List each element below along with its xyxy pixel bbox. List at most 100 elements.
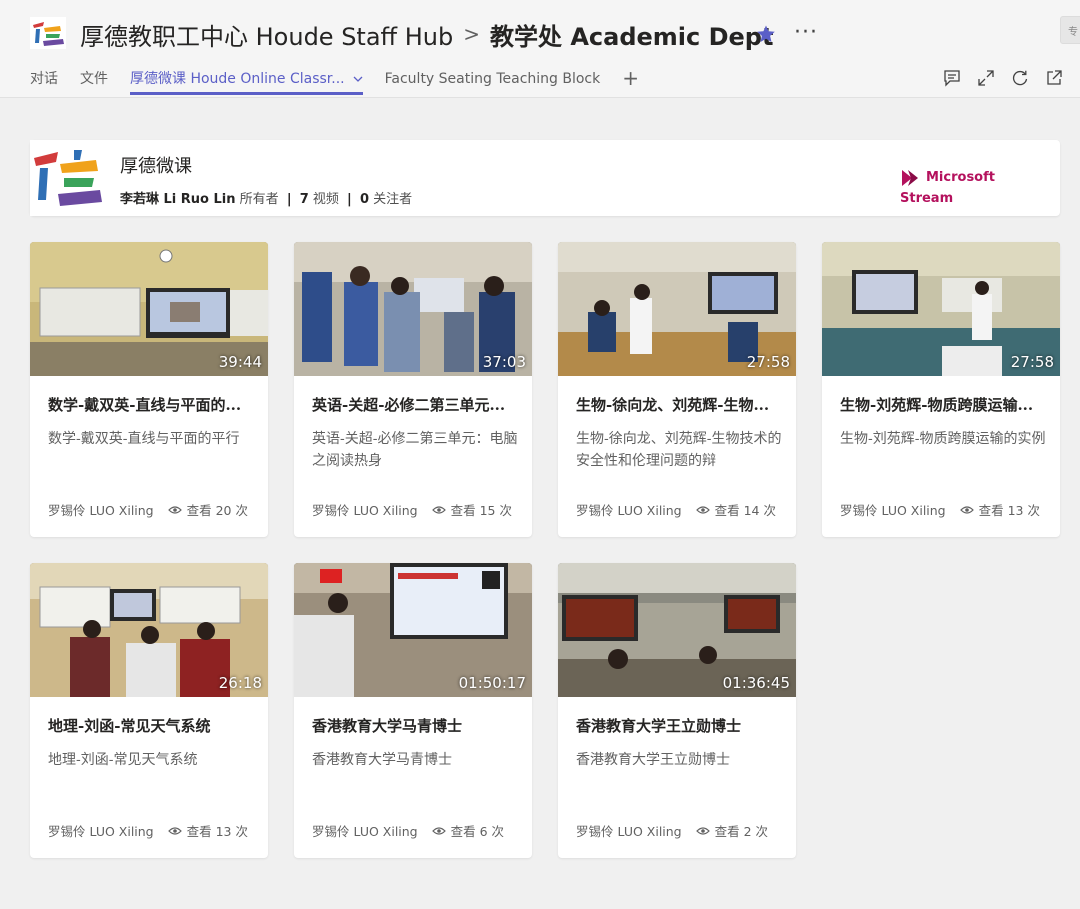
- video-duration: 39:44: [218, 353, 262, 371]
- meta-separator: |: [286, 192, 292, 207]
- stream-brand-line2: Stream: [900, 191, 954, 206]
- channel-meta: 李若琳 Li Ruo Lin 所有者 | 7 视频 | 0 关注者: [120, 188, 412, 207]
- view-count: 查看 13 次: [186, 824, 248, 839]
- video-title[interactable]: 香港教育大学马青博士: [312, 715, 522, 736]
- eye-icon: [167, 826, 182, 835]
- video-meta: 罗锡伶 LUO Xiling 查看 2 次: [576, 821, 790, 840]
- breadcrumb: 厚德教职工中心 Houde Staff Hub > 教学处 Academic D…: [80, 14, 773, 54]
- video-title[interactable]: 数学-戴双英-直线与平面的...: [48, 394, 258, 415]
- video-card[interactable]: 27:58 生物-徐向龙、刘苑辉-生物... 生物-徐向龙、刘苑辉-生物技术的安…: [558, 242, 796, 537]
- video-owner[interactable]: 罗锡伶 LUO Xiling: [576, 500, 682, 519]
- video-card[interactable]: 39:44 数学-戴双英-直线与平面的... 数学-戴双英-直线与平面的平行 罗…: [30, 242, 268, 537]
- owner-role: 所有者: [239, 192, 279, 207]
- eye-icon: [695, 505, 710, 514]
- video-description: 香港教育大学王立勋博士: [576, 752, 730, 768]
- add-tab-icon[interactable]: +: [622, 66, 639, 90]
- video-duration: 37:03: [482, 353, 526, 371]
- truncated-control[interactable]: 专: [1060, 16, 1080, 44]
- eye-icon: [431, 826, 446, 835]
- video-meta: 罗锡伶 LUO Xiling 查看 13 次: [840, 500, 1054, 519]
- video-card[interactable]: 26:18 地理-刘函-常见天气系统 地理-刘函-常见天气系统 罗锡伶 LUO …: [30, 563, 268, 858]
- view-count: 查看 20 次: [186, 503, 248, 518]
- tab-houde-online-classroom[interactable]: 厚德微课 Houde Online Classr...: [130, 66, 363, 95]
- video-title[interactable]: 生物-徐向龙、刘苑辉-生物...: [576, 394, 786, 415]
- video-description: 地理-刘函-常见天气系统: [48, 752, 198, 768]
- tab-files[interactable]: 文件: [80, 66, 108, 92]
- eye-icon: [167, 505, 182, 514]
- video-thumbnail[interactable]: 01:36:45: [558, 563, 796, 697]
- video-count: 7: [299, 192, 309, 207]
- expand-icon[interactable]: [976, 68, 996, 88]
- video-meta: 罗锡伶 LUO Xiling 查看 20 次: [48, 500, 262, 519]
- channel-logo: [30, 140, 106, 216]
- video-meta: 罗锡伶 LUO Xiling 查看 13 次: [48, 821, 262, 840]
- view-count: 查看 13 次: [978, 503, 1040, 518]
- team-name[interactable]: 厚德教职工中心 Houde Staff Hub: [80, 17, 453, 52]
- channel-name[interactable]: 教学处 Academic Dept: [490, 17, 773, 52]
- video-card[interactable]: 27:58 生物-刘苑辉-物质跨膜运输... 生物-刘苑辉-物质跨膜运输的实例 …: [822, 242, 1060, 537]
- video-description: 生物-徐向龙、刘苑辉-生物技术的安全性和伦理问题的辩: [576, 431, 782, 469]
- refresh-icon[interactable]: [1010, 68, 1030, 88]
- stream-logo-icon: [902, 170, 918, 186]
- meta-separator: |: [347, 192, 352, 207]
- view-count: 查看 6 次: [450, 824, 505, 839]
- team-logo[interactable]: [30, 17, 66, 49]
- video-count-label: 视频: [312, 192, 339, 207]
- follower-count: 0: [359, 192, 369, 207]
- video-meta: 罗锡伶 LUO Xiling 查看 15 次: [312, 500, 526, 519]
- video-meta: 罗锡伶 LUO Xiling 查看 6 次: [312, 821, 526, 840]
- video-description: 数学-戴双英-直线与平面的平行: [48, 431, 240, 447]
- breadcrumb-separator: >: [463, 22, 480, 46]
- eye-icon: [959, 505, 974, 514]
- popout-icon[interactable]: [1044, 68, 1064, 88]
- view-count: 查看 2 次: [714, 824, 769, 839]
- chat-icon[interactable]: [942, 68, 962, 88]
- video-card[interactable]: 01:50:17 香港教育大学马青博士 香港教育大学马青博士 罗锡伶 LUO X…: [294, 563, 532, 858]
- video-thumbnail[interactable]: 37:03: [294, 242, 532, 376]
- video-description: 英语-关超-必修二第三单元：电脑之阅读热身: [312, 431, 518, 469]
- video-title[interactable]: 生物-刘苑辉-物质跨膜运输...: [840, 394, 1050, 415]
- video-card[interactable]: 01:36:45 香港教育大学王立勋博士 香港教育大学王立勋博士 罗锡伶 LUO…: [558, 563, 796, 858]
- video-owner[interactable]: 罗锡伶 LUO Xiling: [48, 821, 154, 840]
- channel-title: 厚德微课: [120, 156, 192, 177]
- video-thumbnail[interactable]: 27:58: [558, 242, 796, 376]
- eye-icon: [431, 505, 446, 514]
- video-card[interactable]: 37:03 英语-关超-必修二第三单元... 英语-关超-必修二第三单元：电脑之…: [294, 242, 532, 537]
- view-count: 查看 15 次: [450, 503, 512, 518]
- channel-owner[interactable]: 李若琳 Li Ruo Lin: [120, 192, 236, 207]
- tab-conversations[interactable]: 对话: [30, 66, 58, 92]
- tab-label: 厚德微课 Houde Online Classr...: [130, 71, 345, 87]
- channel-header: 厚德教职工中心 Houde Staff Hub > 教学处 Academic D…: [0, 0, 1080, 98]
- video-duration: 26:18: [218, 674, 262, 692]
- video-thumbnail[interactable]: 27:58: [822, 242, 1060, 376]
- video-thumbnail[interactable]: 39:44: [30, 242, 268, 376]
- favorite-star-icon[interactable]: [756, 24, 776, 44]
- tab-toolbar: [942, 68, 1064, 88]
- video-description: 香港教育大学马青博士: [312, 752, 452, 768]
- video-owner[interactable]: 罗锡伶 LUO Xiling: [312, 821, 418, 840]
- microsoft-stream-link[interactable]: Microsoft Stream: [900, 168, 1020, 208]
- video-duration: 01:50:17: [458, 674, 526, 692]
- video-description: 生物-刘苑辉-物质跨膜运输的实例: [840, 431, 1046, 447]
- video-title[interactable]: 英语-关超-必修二第三单元...: [312, 394, 522, 415]
- view-count: 查看 14 次: [714, 503, 776, 518]
- video-title[interactable]: 地理-刘函-常见天气系统: [48, 715, 258, 736]
- video-owner[interactable]: 罗锡伶 LUO Xiling: [576, 821, 682, 840]
- video-duration: 27:58: [1010, 353, 1054, 371]
- chevron-down-icon[interactable]: [353, 74, 363, 84]
- header-divider: [0, 97, 1080, 98]
- video-owner[interactable]: 罗锡伶 LUO Xiling: [48, 500, 154, 519]
- video-thumbnail[interactable]: 01:50:17: [294, 563, 532, 697]
- video-thumbnail[interactable]: 26:18: [30, 563, 268, 697]
- video-owner[interactable]: 罗锡伶 LUO Xiling: [840, 500, 946, 519]
- more-options-icon[interactable]: ···: [794, 20, 818, 45]
- follower-count-label: 关注者: [373, 192, 413, 207]
- tab-faculty-seating[interactable]: Faculty Seating Teaching Block: [385, 66, 601, 92]
- stream-channel-banner: 厚德微课 李若琳 Li Ruo Lin 所有者 | 7 视频 | 0 关注者 M…: [30, 140, 1060, 216]
- video-owner[interactable]: 罗锡伶 LUO Xiling: [312, 500, 418, 519]
- channel-tabs: 对话 文件 厚德微课 Houde Online Classr... Facult…: [30, 66, 639, 96]
- video-meta: 罗锡伶 LUO Xiling 查看 14 次: [576, 500, 790, 519]
- video-duration: 27:58: [746, 353, 790, 371]
- video-title[interactable]: 香港教育大学王立勋博士: [576, 715, 786, 736]
- video-duration: 01:36:45: [722, 674, 790, 692]
